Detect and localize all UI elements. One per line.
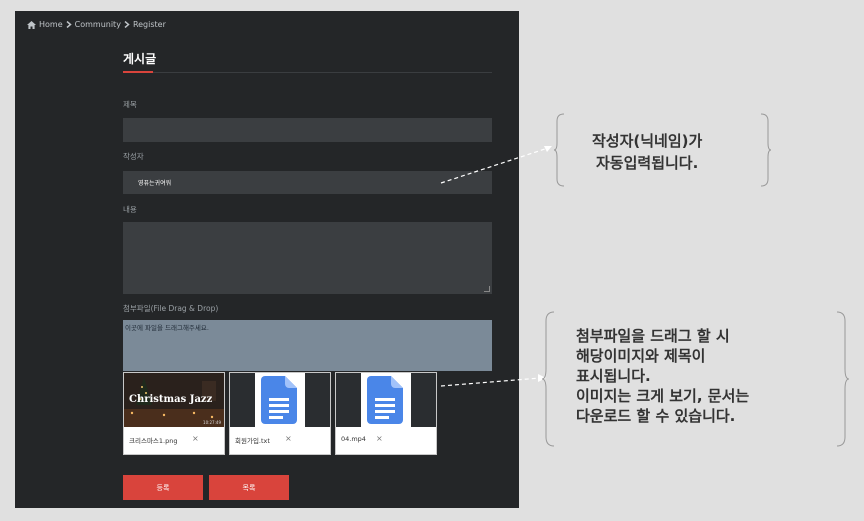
left-brace-icon (541, 311, 555, 447)
annotation-arrows (440, 146, 552, 387)
left-brace-icon (553, 113, 565, 187)
attach-annotation: 첨부파일을 드래그 할 시 해당이미지와 제목이 표시됩니다. 이미지는 크게 … (576, 326, 749, 426)
annotation-line: 자동입력됩니다. (596, 154, 699, 172)
annotation-line: 작성자(닉네임)가 (592, 132, 703, 150)
annotation-line: 해당이미지와 제목이 (576, 347, 706, 365)
author-annotation: 작성자(닉네임)가 자동입력됩니다. (592, 130, 702, 174)
right-brace-icon (836, 311, 850, 447)
right-brace-icon (760, 113, 772, 187)
annotation-line: 표시됩니다. (576, 367, 651, 385)
annotation-line: 이미지는 크게 보기, 문서는 (576, 387, 750, 405)
annotation-line: 첨부파일을 드래그 할 시 (576, 327, 730, 345)
annotation-line: 다운로드 할 수 있습니다. (576, 407, 736, 425)
